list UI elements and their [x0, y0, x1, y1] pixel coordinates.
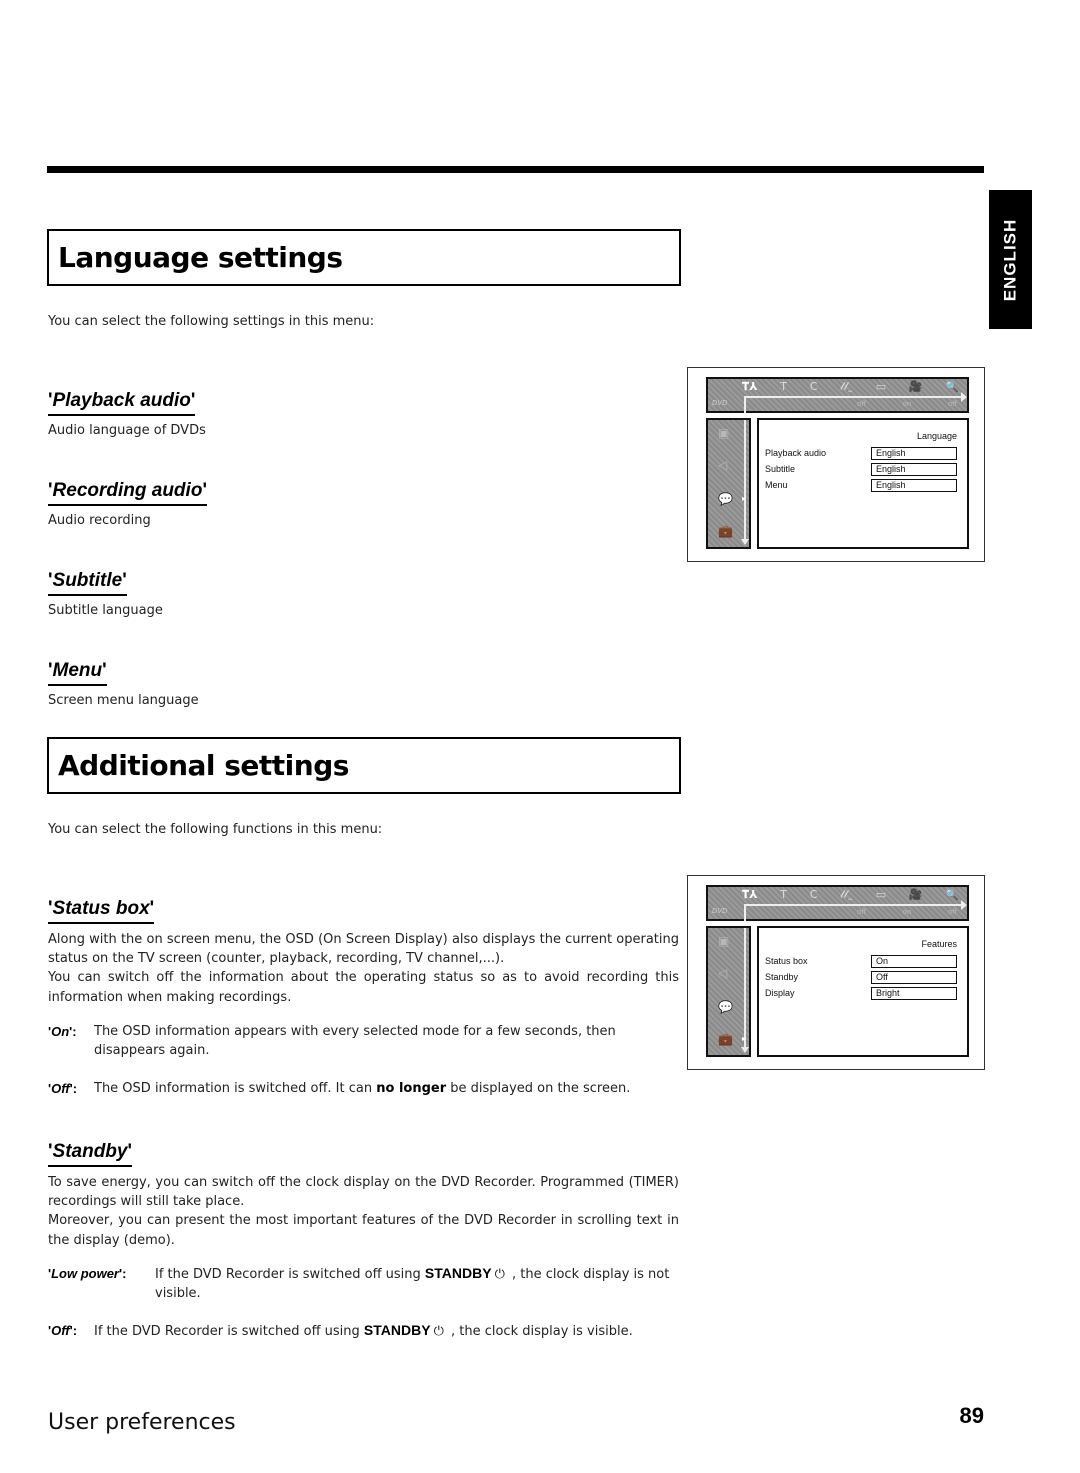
standby-description: To save energy, you can switch off the c… — [48, 1175, 679, 1248]
additional-intro: You can select the following functions i… — [48, 822, 383, 837]
osd-menu-bar: 𝐓⅄ T C 𝓁𝓁˷ ▭ 🎥 🔍 DVD off on off — [706, 885, 969, 921]
picture-icon[interactable]: ▣ — [718, 934, 729, 948]
settings-icon: 𝐓⅄ — [742, 888, 758, 901]
language-intro: You can select the following settings in… — [48, 314, 375, 329]
playback-audio-desc: Audio language of DVDs — [48, 423, 206, 438]
language-tab: ENGLISH — [989, 190, 1032, 329]
recording-audio-desc: Audio recording — [48, 513, 151, 528]
osd-horizontal-rail — [744, 396, 961, 398]
status-off-option: 'Off': The OSD information is switched o… — [48, 1081, 631, 1096]
osd-value-field[interactable]: English — [871, 478, 957, 492]
osd-value-field[interactable]: English — [871, 462, 957, 476]
osd-value-field[interactable]: English — [871, 446, 957, 460]
osd-panel-title: Features — [921, 939, 957, 949]
zoom-icon: 🔍 — [945, 380, 959, 393]
features-icon[interactable]: 💼 — [718, 1032, 733, 1046]
osd-side-rail — [744, 928, 746, 1050]
standby-button-label: STANDBY — [363, 1322, 431, 1338]
osd-value-field[interactable]: Bright — [871, 986, 957, 1000]
osd-row[interactable]: Menu English — [765, 478, 957, 492]
osd-side-rail — [744, 420, 746, 542]
power-icon: ⏻ — [494, 1267, 505, 1282]
osd-panel: Features Status box On Standby Off Displ… — [757, 926, 969, 1057]
additional-settings-title: Additional settings — [58, 749, 349, 782]
top-rule — [47, 166, 984, 173]
subtitle-heading: 'Subtitle' — [48, 570, 127, 596]
standby-heading: 'Standby' — [48, 1141, 133, 1167]
osd-top-icons: 𝐓⅄ T C 𝓁𝓁˷ ▭ 🎥 🔍 — [742, 888, 959, 902]
arrow-right-icon — [961, 392, 967, 402]
osd-panel: Language Playback audio English Subtitle… — [757, 418, 969, 549]
speaker-icon[interactable]: ◁ — [718, 458, 727, 472]
subtitle-icon: ▭ — [875, 888, 887, 901]
cursor-icon: ▸ — [742, 1034, 747, 1043]
language-settings-header: Language settings — [47, 229, 681, 286]
osd-value-field[interactable]: On — [871, 954, 957, 968]
recording-audio-heading: 'Recording audio' — [48, 480, 207, 506]
dvd-logo: DVD — [712, 907, 728, 915]
standby-low-power-option: 'Low power': If the DVD Recorder is swit… — [48, 1265, 670, 1302]
osd-value-field[interactable]: Off — [871, 970, 957, 984]
audio-icon: 𝓁𝓁˷ — [840, 380, 853, 393]
speech-bubble-icon[interactable]: 💬 — [718, 1000, 733, 1014]
osd-panel-title: Language — [916, 431, 957, 441]
menu-desc: Screen menu language — [48, 693, 199, 708]
osd-menu-bar: 𝐓⅄ T C 𝓁𝓁˷ ▭ 🎥 🔍 DVD off on off — [706, 377, 969, 413]
settings-icon: 𝐓⅄ — [742, 380, 758, 393]
osd-row[interactable]: Status box On — [765, 954, 957, 968]
osd-row[interactable]: Display Bright — [765, 986, 957, 1000]
status-on-option: 'On': The OSD information appears with e… — [48, 1024, 616, 1059]
additional-settings-header: Additional settings — [47, 737, 681, 794]
chapter-icon: C — [809, 380, 818, 393]
status-box-heading: 'Status box' — [48, 898, 155, 924]
camera-icon: 🎥 — [908, 888, 923, 901]
osd-side-menu: ▣ ◁ 💬 ▸ 💼 — [706, 418, 751, 549]
camera-icon: 🎥 — [908, 380, 923, 393]
language-osd-screen: 𝐓⅄ T C 𝓁𝓁˷ ▭ 🎥 🔍 DVD off on off ▣ ◁ 💬 ▸ … — [687, 367, 985, 562]
footer-section-title: User preferences — [48, 1410, 236, 1435]
features-osd-screen: 𝐓⅄ T C 𝓁𝓁˷ ▭ 🎥 🔍 DVD off on off ▣ ◁ 💬 💼 … — [687, 875, 985, 1070]
dvd-logo: DVD — [712, 399, 728, 407]
arrow-down-icon — [741, 1047, 749, 1053]
title-icon: T — [780, 380, 787, 393]
zoom-icon: 🔍 — [945, 888, 959, 901]
language-settings-title: Language settings — [58, 241, 343, 274]
language-tab-label: ENGLISH — [1000, 218, 1020, 301]
cursor-icon: ▸ — [742, 494, 747, 503]
osd-side-menu: ▣ ◁ 💬 💼 ▸ — [706, 926, 751, 1057]
standby-off-option: 'Off': If the DVD Recorder is switched o… — [48, 1321, 679, 1341]
arrow-right-icon — [961, 900, 967, 910]
playback-audio-heading: 'Playback audio' — [48, 390, 196, 416]
status-box-description: Along with the on screen menu, the OSD (… — [48, 932, 679, 1005]
title-icon: T — [780, 888, 787, 901]
osd-row[interactable]: Playback audio English — [765, 446, 957, 460]
osd-top-icons: 𝐓⅄ T C 𝓁𝓁˷ ▭ 🎥 🔍 — [742, 380, 959, 394]
osd-sub-icons: off on off — [857, 908, 957, 916]
osd-row[interactable]: Standby Off — [765, 970, 957, 984]
page-number: 89 — [959, 1403, 984, 1428]
subtitle-desc: Subtitle language — [48, 603, 163, 618]
subtitle-icon: ▭ — [875, 380, 887, 393]
osd-vertical-rail — [744, 396, 746, 413]
features-icon[interactable]: 💼 — [718, 524, 733, 538]
standby-button-label: STANDBY — [424, 1265, 492, 1281]
picture-icon[interactable]: ▣ — [718, 426, 729, 440]
power-icon: ⏻ — [433, 1324, 444, 1339]
osd-vertical-rail — [744, 904, 746, 921]
osd-sub-icons: off on off — [857, 400, 957, 408]
chapter-icon: C — [809, 888, 818, 901]
arrow-down-icon — [741, 539, 749, 545]
speech-bubble-icon[interactable]: 💬 — [718, 492, 733, 506]
speaker-icon[interactable]: ◁ — [718, 966, 727, 980]
menu-heading: 'Menu' — [48, 660, 107, 686]
osd-row[interactable]: Subtitle English — [765, 462, 957, 476]
audio-icon: 𝓁𝓁˷ — [840, 888, 853, 901]
osd-horizontal-rail — [744, 904, 961, 906]
